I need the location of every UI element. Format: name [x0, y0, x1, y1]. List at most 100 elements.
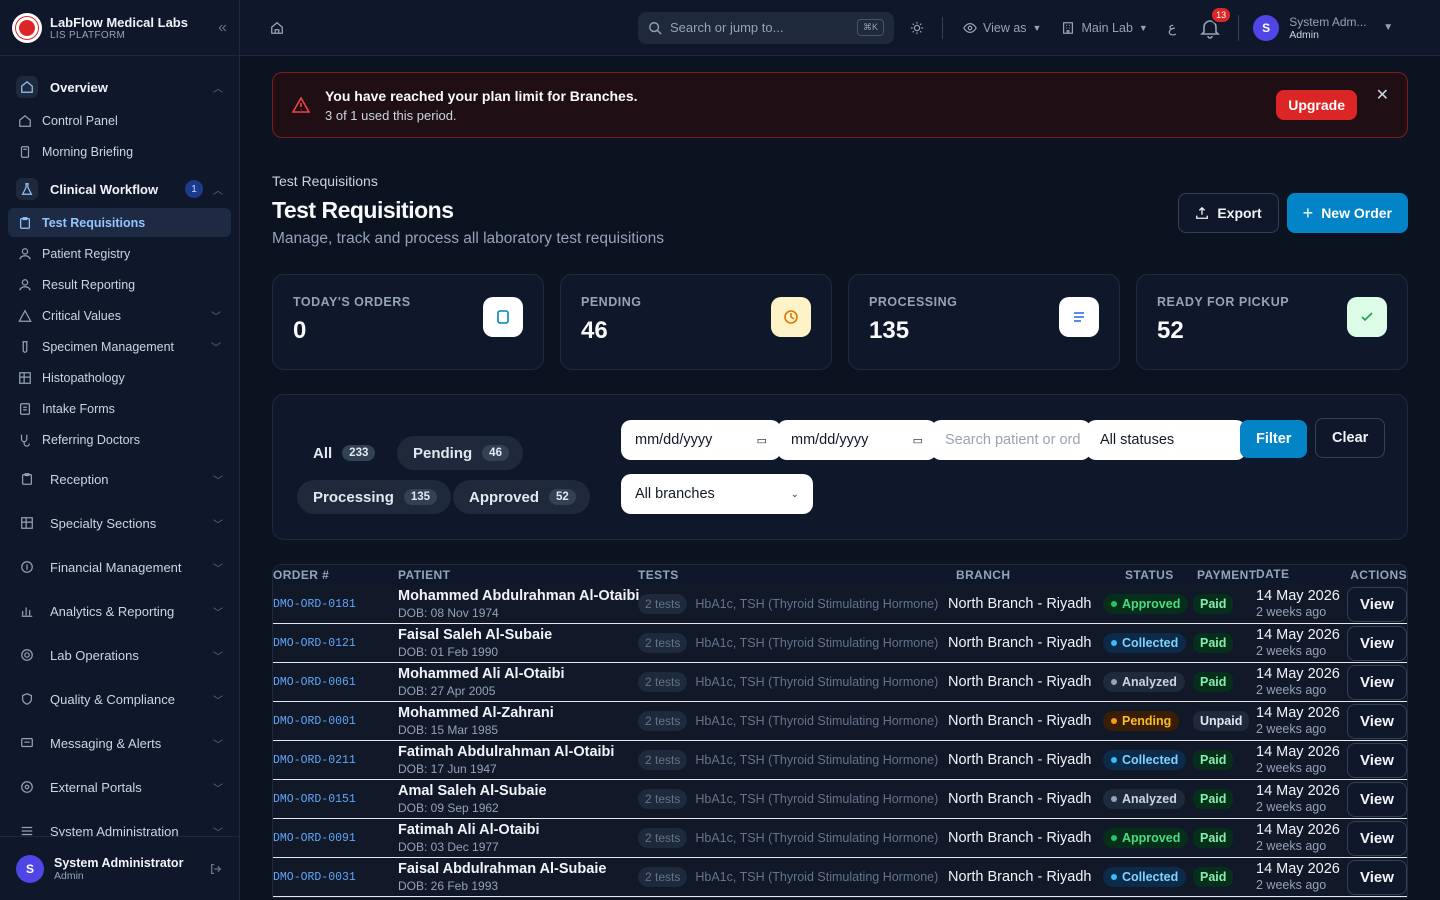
table-row[interactable]: DMO-ORD-0121 Faisal Saleh Al-Subaie DOB:…	[273, 624, 1407, 663]
order-number[interactable]: DMO-ORD-0151	[273, 793, 398, 806]
order-number[interactable]: DMO-ORD-0031	[273, 871, 398, 884]
sidebar-item-specimen-management[interactable]: Specimen Management ﹀	[8, 332, 231, 361]
sidebar-group-label: Financial Management	[50, 559, 182, 575]
tests-count-badge: 2 tests	[638, 594, 688, 614]
patient-dob: DOB: 03 Dec 1977	[398, 839, 499, 854]
view-button[interactable]: View	[1347, 820, 1407, 856]
new-order-button[interactable]: + New Order	[1286, 193, 1408, 233]
sidebar-item-morning-briefing[interactable]: Morning Briefing	[8, 137, 231, 166]
user-menu[interactable]: S System Adm... Admin ▼	[1238, 14, 1393, 41]
stats-row: TODAY'S ORDERS 0 PENDING 46 PROCESSING 1…	[272, 274, 1408, 370]
sidebar-group-messaging-and-alerts[interactable]: Messaging & Alerts ﹀	[8, 724, 231, 762]
alert-title: You have reached your plan limit for Bra…	[325, 87, 638, 104]
date-to-input[interactable]: mm/dd/yyyy ▭	[777, 420, 937, 460]
actions-cell: View	[1344, 703, 1407, 739]
sidebar-item-histopathology[interactable]: Histopathology	[8, 363, 231, 392]
search-icon	[649, 21, 662, 35]
breadcrumb[interactable]: Test Requisitions	[272, 173, 1408, 189]
view-button[interactable]: View	[1347, 586, 1407, 622]
status-text: Collected	[1122, 753, 1179, 767]
language-toggle[interactable]: ع	[1168, 19, 1176, 36]
sidebar-item-patient-registry[interactable]: Patient Registry	[8, 239, 231, 268]
chevron-down-icon: ﹀	[213, 695, 223, 707]
search-shortcut: ⌘K	[856, 19, 884, 36]
sidebar-group-system-administration[interactable]: System Administration ﹀	[8, 812, 231, 836]
chip-pending[interactable]: Pending 46	[397, 436, 523, 470]
sidebar-group-analytics-and-reporting[interactable]: Analytics & Reporting ﹀	[8, 592, 231, 630]
table-row[interactable]: DMO-ORD-0181 Mohammed Abdulrahman Al-Ota…	[273, 585, 1407, 624]
collapse-sidebar-icon[interactable]: «	[218, 19, 227, 37]
col-tests: TESTS	[638, 568, 679, 582]
order-number[interactable]: DMO-ORD-0121	[273, 637, 398, 650]
sidebar-group-lab-operations[interactable]: Lab Operations ﹀	[8, 636, 231, 674]
view-button[interactable]: View	[1347, 703, 1407, 739]
order-date: 14 May 2026	[1256, 588, 1340, 605]
app-name: LabFlow Medical Labs	[50, 14, 188, 30]
patient-search-input[interactable]: Search patient or ord	[931, 420, 1091, 460]
status-text: Collected	[1122, 870, 1179, 884]
status-badge: Pending	[1103, 711, 1180, 731]
chip-processing[interactable]: Processing 135	[297, 480, 452, 514]
sidebar-group-financial-management[interactable]: Financial Management ﹀	[8, 548, 231, 586]
view-button[interactable]: View	[1347, 625, 1407, 661]
branch-select[interactable]: All branches ⌄	[621, 474, 813, 514]
view-button[interactable]: View	[1347, 859, 1407, 895]
sidebar-item-critical-values[interactable]: Critical Values ﹀	[8, 301, 231, 330]
view-button[interactable]: View	[1347, 664, 1407, 700]
tests-cell: 2 tests HbA1c, TSH (Thyroid Stimulating …	[638, 672, 948, 692]
theme-toggle-icon[interactable]	[910, 21, 924, 35]
order-number[interactable]: DMO-ORD-0061	[273, 676, 398, 689]
tests-list: HbA1c, TSH (Thyroid Stimulating Hormone)	[695, 831, 939, 845]
chip-approved[interactable]: Approved 52	[453, 480, 590, 514]
order-number[interactable]: DMO-ORD-0211	[273, 754, 398, 767]
table-row[interactable]: DMO-ORD-0151 Amal Saleh Al-Subaie DOB: 0…	[273, 780, 1407, 819]
view-button[interactable]: View	[1347, 742, 1407, 778]
order-number[interactable]: DMO-ORD-0181	[273, 598, 398, 611]
patient-dob: DOB: 01 Feb 1990	[398, 644, 499, 659]
tests-cell: 2 tests HbA1c, TSH (Thyroid Stimulating …	[638, 633, 948, 653]
date-from-input[interactable]: mm/dd/yyyy ▭	[621, 420, 781, 460]
sidebar-item-control-panel[interactable]: Control Panel	[8, 106, 231, 135]
home-icon[interactable]	[270, 21, 284, 35]
sidebar-user: S System Administrator Admin	[0, 836, 239, 900]
avatar: S	[1253, 14, 1280, 41]
sidebar: LabFlow Medical Labs LIS PLATFORM « Over…	[0, 0, 240, 900]
order-number[interactable]: DMO-ORD-0001	[273, 715, 398, 728]
order-date: 14 May 2026	[1256, 627, 1340, 644]
upgrade-button[interactable]: Upgrade	[1276, 90, 1357, 120]
sidebar-item-test-requisitions[interactable]: Test Requisitions	[8, 208, 231, 237]
status-badge: Approved	[1103, 828, 1189, 848]
sidebar-group-quality-and-compliance[interactable]: Quality & Compliance ﹀	[8, 680, 231, 718]
payment-cell: Paid	[1193, 789, 1256, 809]
view-as-dropdown[interactable]: View as ▼	[963, 21, 1041, 35]
table-row[interactable]: DMO-ORD-0211 Fatimah Abdulrahman Al-Otai…	[273, 741, 1407, 780]
table-row[interactable]: DMO-ORD-0001 Mohammed Al-Zahrani DOB: 15…	[273, 702, 1407, 741]
clear-button[interactable]: Clear	[1315, 418, 1386, 458]
table-row[interactable]: DMO-ORD-0091 Fatimah Ali Al-Otaibi DOB: …	[273, 819, 1407, 858]
sidebar-item-result-reporting[interactable]: Result Reporting	[8, 270, 231, 299]
table-row[interactable]: DMO-ORD-0061 Mohammed Ali Al-Otaibi DOB:…	[273, 663, 1407, 702]
global-search[interactable]: Search or jump to... ⌘K	[638, 11, 894, 44]
filter-button[interactable]: Filter	[1240, 420, 1308, 458]
chip-all[interactable]: All 233	[297, 436, 389, 470]
lab-selector[interactable]: Main Lab ▼	[1061, 21, 1148, 35]
logout-icon[interactable]	[209, 862, 223, 876]
notifications-button[interactable]: 13	[1198, 5, 1233, 40]
sidebar-group-reception[interactable]: Reception ﹀	[8, 460, 231, 498]
sidebar-group-overview[interactable]: Overview ︿	[8, 70, 231, 104]
avatar[interactable]: S	[16, 854, 44, 883]
view-button[interactable]: View	[1347, 781, 1407, 817]
order-number[interactable]: DMO-ORD-0091	[273, 832, 398, 845]
sidebar-item-referring-doctors[interactable]: Referring Doctors	[8, 425, 231, 454]
sidebar-item-intake-forms[interactable]: Intake Forms	[8, 394, 231, 423]
sidebar-group-clinical-workflow[interactable]: Clinical Workflow 1 ︿	[8, 172, 231, 206]
sidebar-group-specialty-sections[interactable]: Specialty Sections ﹀	[8, 504, 231, 542]
status-select[interactable]: All statuses	[1086, 420, 1246, 460]
branch-cell: North Branch - Riyadh	[948, 596, 1092, 612]
table-row[interactable]: DMO-ORD-0031 Faisal Abdulrahman Al-Subai…	[273, 858, 1407, 897]
sidebar-group-external-portals[interactable]: External Portals ﹀	[8, 768, 231, 806]
payment-cell: Paid	[1193, 828, 1256, 848]
export-button[interactable]: Export	[1178, 193, 1279, 233]
payment-badge: Paid	[1193, 828, 1234, 848]
close-icon[interactable]: ✕	[1376, 85, 1389, 105]
